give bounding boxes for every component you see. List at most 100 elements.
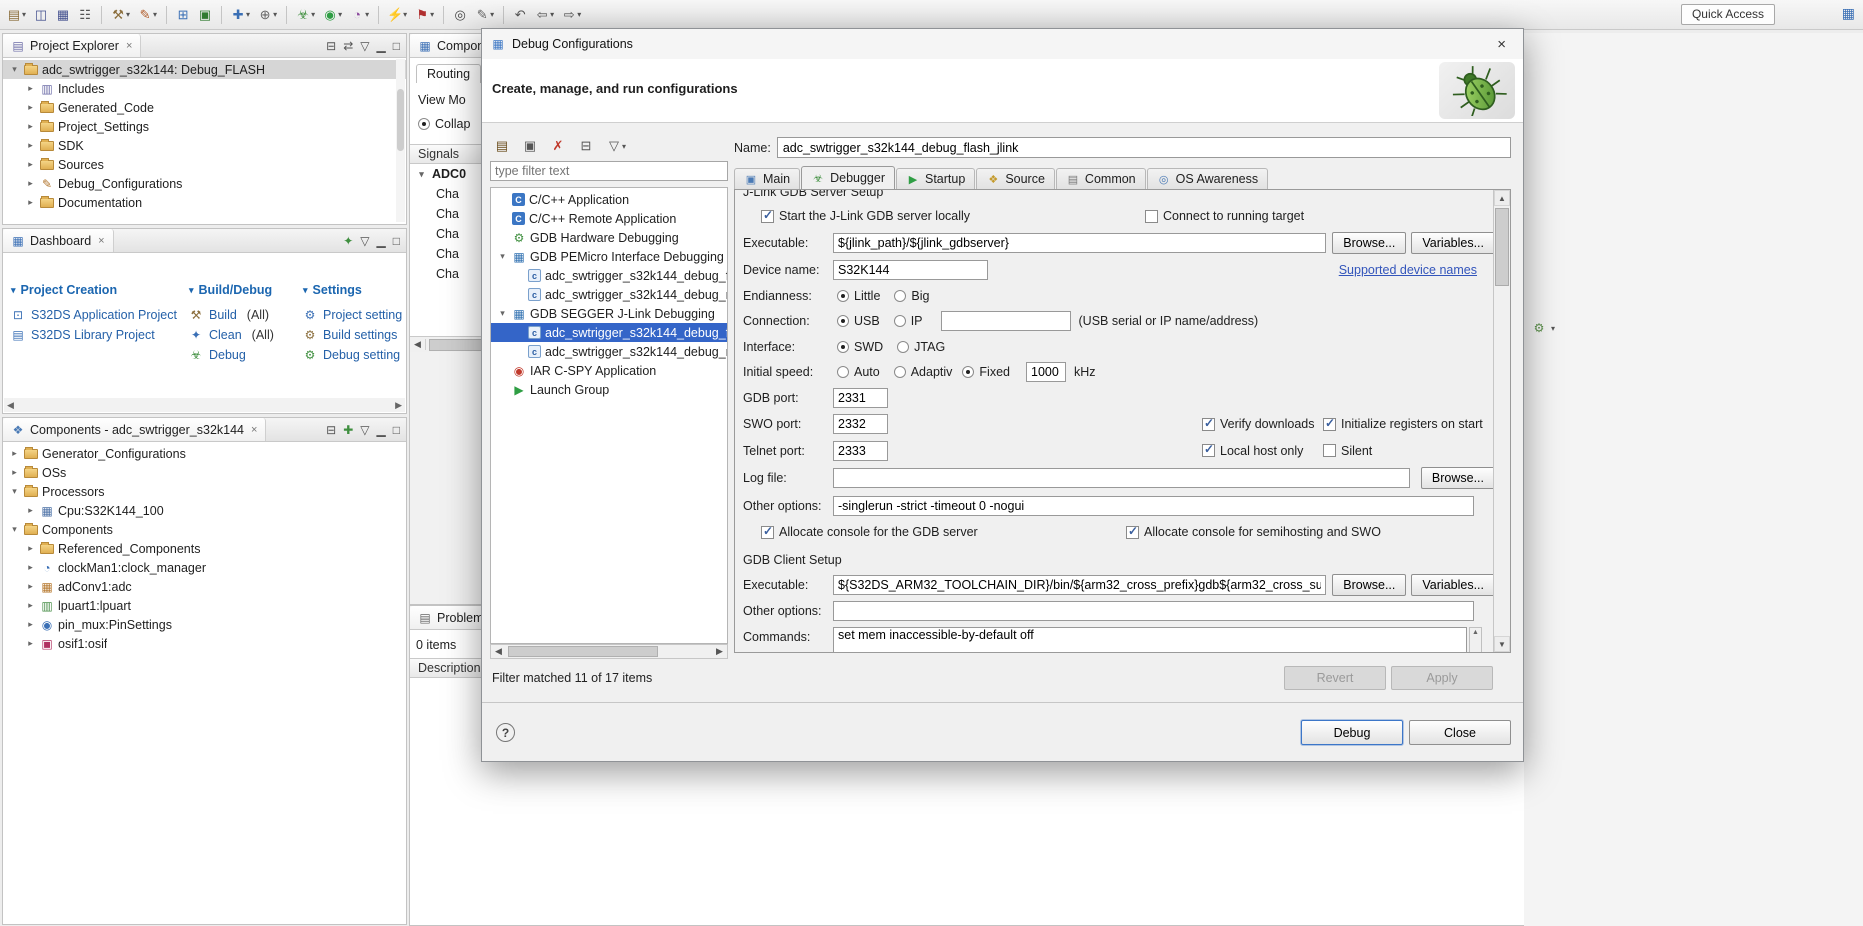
scroll-right-icon[interactable]: ▶	[712, 646, 727, 657]
minimize-icon[interactable]: ▁	[377, 234, 386, 248]
back-icon[interactable]: ⇦ ▾	[532, 4, 557, 26]
close-button[interactable]: Close	[1409, 720, 1511, 745]
tab-dashboard[interactable]: ▦ Dashboard ×	[3, 229, 114, 252]
twistie-icon[interactable]: ▸	[9, 467, 20, 478]
connection-usb-radio[interactable]: USB	[837, 314, 880, 328]
tree-item[interactable]: ⚙ GDB Hardware Debugging	[491, 228, 727, 247]
browse-button[interactable]: Browse...	[1332, 231, 1407, 254]
client-executable-input[interactable]	[833, 574, 1327, 595]
close-tab-icon[interactable]: ×	[251, 424, 257, 436]
chevron-down-icon[interactable]: ▾	[577, 10, 581, 19]
tab-debugger[interactable]: ☣ Debugger	[801, 166, 895, 189]
tree-item[interactable]: ▸ ▥ Includes	[3, 79, 406, 98]
twistie-icon[interactable]: ▾	[9, 64, 20, 75]
tree-item[interactable]: c adc_swtrigger_s32k144_debug_fl	[491, 266, 727, 285]
chevron-down-icon[interactable]: ▾	[338, 10, 342, 19]
twistie-icon[interactable]: ▸	[25, 178, 36, 189]
build-link[interactable]: ⚒ Build (All)	[189, 305, 274, 325]
debug-button[interactable]: Debug	[1301, 720, 1403, 745]
alloc-semihost-console-checkbox[interactable]: Allocate console for semihosting and SWO	[1126, 524, 1381, 539]
terminal-icon[interactable]: ▣	[195, 4, 215, 26]
interface-jtag-radio[interactable]: JTAG	[897, 340, 945, 354]
scroll-up-icon[interactable]: ▲	[1472, 629, 1479, 636]
tab-components[interactable]: ❖ Components - adc_swtrigger_s32k144 ×	[3, 418, 267, 441]
scroll-left-icon[interactable]: ◀	[491, 646, 506, 657]
tree-item[interactable]: ▾ Processors	[3, 482, 406, 501]
scrollbar-horizontal[interactable]: ◀ ▶	[490, 644, 728, 659]
init-registers-checkbox[interactable]: Initialize registers on start	[1323, 416, 1483, 431]
filter-input[interactable]	[490, 161, 728, 181]
library-project-link[interactable]: ▤ S32DS Library Project	[11, 325, 177, 345]
tree-item[interactable]: C C/C++ Application	[491, 190, 727, 209]
tree-item[interactable]: c adc_swtrigger_s32k144_debug_ra	[491, 285, 727, 304]
speed-input[interactable]	[1026, 362, 1066, 382]
speed-fixed-radio[interactable]: Fixed	[962, 365, 1010, 379]
scroll-left-icon[interactable]: ◀	[4, 400, 17, 411]
variables-button[interactable]: Variables...	[1411, 573, 1495, 596]
run-icon[interactable]: ◉ ▾	[320, 4, 345, 26]
application-project-link[interactable]: ⊡ S32DS Application Project	[11, 305, 177, 325]
telnet-port-input[interactable]	[833, 440, 888, 461]
chevron-down-icon[interactable]: ▾	[1551, 324, 1555, 333]
tree-item[interactable]: ▾ adc_swtrigger_s32k144: Debug_FLASH	[3, 60, 406, 79]
tree-item[interactable]: ▸ ▥ lpuart1:lpuart	[3, 596, 406, 615]
forward-icon[interactable]: ⇨ ▾	[559, 4, 584, 26]
close-tab-icon[interactable]: ×	[98, 235, 104, 247]
local-host-checkbox[interactable]: Local host only	[1202, 442, 1303, 458]
minimize-icon[interactable]: ▁	[377, 423, 386, 437]
twistie-icon[interactable]: ▾	[497, 308, 508, 319]
chevron-down-icon[interactable]: ▾	[311, 10, 315, 19]
twistie-icon[interactable]: ▸	[25, 159, 36, 170]
wizard-icon[interactable]: ✦	[343, 234, 353, 248]
chevron-down-icon[interactable]: ▾	[153, 10, 157, 19]
browse-button[interactable]: Browse...	[1420, 467, 1495, 489]
build-settings-link[interactable]: ⚙ Build settings	[303, 325, 402, 345]
close-tab-icon[interactable]: ×	[126, 40, 132, 52]
tree-item[interactable]: ▸ ◉ pin_mux:PinSettings	[3, 615, 406, 634]
bookmark-icon[interactable]: ⚑ ▾	[412, 4, 437, 26]
view-menu-icon[interactable]: ▽	[360, 234, 369, 248]
chevron-down-icon[interactable]: ▾	[490, 10, 494, 19]
tree-item[interactable]: c adc_swtrigger_s32k144_debug_fl	[491, 323, 727, 342]
twistie-icon[interactable]: ▸	[25, 197, 36, 208]
tree-item[interactable]: ▸ ▣ osif1:osif	[3, 634, 406, 653]
clean-link[interactable]: ✦ Clean (All)	[189, 325, 274, 345]
tree-item[interactable]: ▶ Launch Group	[491, 380, 727, 399]
log-file-input[interactable]	[833, 468, 1410, 488]
open-element-icon[interactable]: ⊕ ▾	[255, 4, 280, 26]
perspective-icon[interactable]: ▦	[1842, 5, 1855, 22]
new-c-element-icon[interactable]: ✚ ▾	[228, 4, 253, 26]
search-icon[interactable]: ◎	[450, 4, 470, 26]
twistie-icon[interactable]: ▸	[25, 562, 36, 573]
chevron-down-icon[interactable]: ▾	[22, 10, 26, 19]
profile-icon[interactable]: ◔ ▾	[347, 4, 372, 26]
last-edit-icon[interactable]: ↶	[510, 4, 530, 26]
chevron-down-icon[interactable]: ▾	[126, 10, 130, 19]
style-icon[interactable]: ✎ ▾	[135, 4, 160, 26]
new-wizard-icon[interactable]: ▤ ▾	[4, 4, 29, 26]
save-all-icon[interactable]: ▦	[53, 4, 73, 26]
chevron-down-icon[interactable]: ▾	[550, 10, 554, 19]
twistie-icon[interactable]: ▾	[9, 524, 20, 535]
quick-access-button[interactable]: Quick Access	[1680, 4, 1775, 25]
palette-icon[interactable]: ⚙	[1532, 321, 1546, 335]
tab-source[interactable]: ❖ Source	[976, 168, 1055, 189]
tree-item[interactable]: ▸ ✎ Debug_Configurations	[3, 174, 406, 193]
maximize-icon[interactable]: □	[393, 234, 400, 248]
view-menu-icon[interactable]: ▽	[360, 423, 369, 437]
print-icon[interactable]: ☷	[75, 4, 95, 26]
dashboard-section-header[interactable]: ▾ Settings	[303, 283, 402, 297]
tree-item[interactable]: ▸ OSs	[3, 463, 406, 482]
debug-icon[interactable]: ☣ ▾	[293, 4, 318, 26]
speed-adaptive-radio[interactable]: Adaptiv	[893, 365, 952, 379]
connection-ip-radio[interactable]: IP	[893, 314, 923, 328]
twistie-icon[interactable]: ▸	[9, 448, 20, 459]
endianness-little-radio[interactable]: Little	[837, 289, 880, 303]
twistie-icon[interactable]: ▸	[25, 638, 36, 649]
minimize-icon[interactable]: ▁	[377, 39, 386, 53]
start-server-checkbox[interactable]: Start the J-Link GDB server locally	[761, 208, 970, 223]
chevron-down-icon[interactable]: ▾	[430, 10, 434, 19]
new-launch-config-icon[interactable]: ▤	[492, 135, 512, 157]
variables-button[interactable]: Variables...	[1411, 231, 1495, 254]
twistie-icon[interactable]: ▸	[25, 83, 36, 94]
